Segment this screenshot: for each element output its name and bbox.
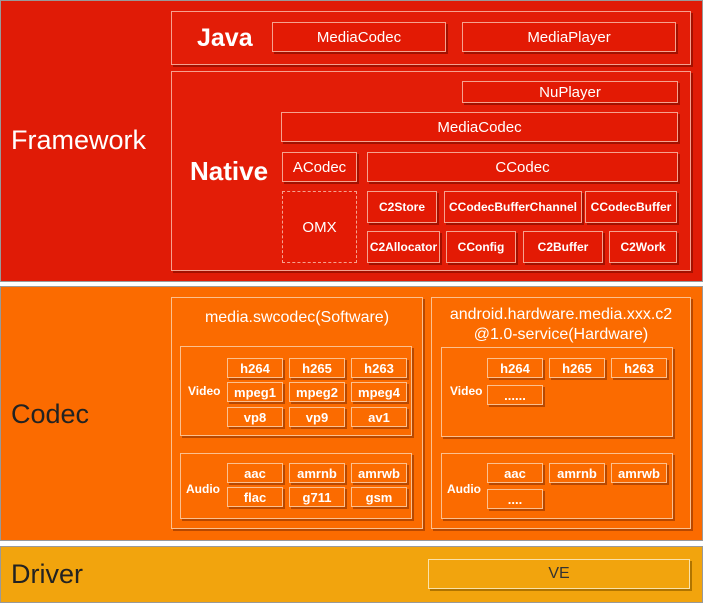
sw-codec-amrnb: amrnb: [289, 463, 345, 483]
sw-codec-mpeg4: mpeg4: [351, 382, 407, 402]
codec-label: Codec: [11, 399, 90, 429]
c2work-box: C2Work: [609, 231, 677, 263]
hardware-audio-label: Audio: [447, 482, 481, 496]
sw-codec-h264: h264: [227, 358, 283, 378]
hw-codec-h264: h264: [487, 358, 543, 378]
sw-codec-mpeg1: mpeg1: [227, 382, 283, 402]
nuplayer-box: NuPlayer: [462, 81, 678, 103]
driver-layer: Driver VE: [0, 546, 703, 603]
c2buffer-box: C2Buffer: [523, 231, 603, 263]
java-panel: Java MediaCodec MediaPlayer: [171, 11, 691, 65]
sw-codec-vp8: vp8: [227, 407, 283, 427]
hardware-title-line1: android.hardware.media.xxx.c2: [449, 306, 673, 323]
cconfig-box: CConfig: [446, 231, 516, 263]
sw-codec-h265: h265: [289, 358, 345, 378]
hardware-video-label: Video: [450, 384, 483, 398]
hardware-video-panel: Video h264 h265 h263 ......: [441, 347, 673, 437]
ccodecbufferchannel-box: CCodecBufferChannel: [444, 191, 582, 223]
ccodecbuffer-box: CCodecBuffer: [585, 191, 677, 223]
sw-codec-amrwb: amrwb: [351, 463, 407, 483]
hw-codec-more-video: ......: [487, 385, 543, 405]
hw-codec-aac: aac: [487, 463, 543, 483]
c2allocator-box: C2Allocator: [367, 231, 440, 263]
omx-box: OMX: [282, 191, 357, 263]
sw-codec-mpeg2: mpeg2: [289, 382, 345, 402]
hardware-title-line2: @1.0-service(Hardware): [473, 326, 649, 343]
sw-codec-vp9: vp9: [289, 407, 345, 427]
software-video-label: Video: [188, 384, 221, 398]
java-label: Java: [197, 24, 253, 52]
acodec-box: ACodec: [282, 152, 357, 182]
software-audio-label: Audio: [186, 482, 220, 496]
sw-codec-av1: av1: [351, 407, 407, 427]
native-mediacodec-box: MediaCodec: [281, 112, 678, 142]
sw-codec-h263: h263: [351, 358, 407, 378]
native-panel: Native NuPlayer MediaCodec ACodec CCodec…: [171, 71, 691, 271]
hw-codec-h263: h263: [611, 358, 667, 378]
sw-codec-g711: g711: [289, 487, 345, 507]
ccodec-box: CCodec: [367, 152, 678, 182]
hw-codec-amrnb: amrnb: [549, 463, 605, 483]
java-mediacodec-box: MediaCodec: [272, 22, 446, 52]
sw-codec-gsm: gsm: [351, 487, 407, 507]
framework-label: Framework: [11, 125, 147, 155]
hw-codec-h265: h265: [549, 358, 605, 378]
framework-layer: Framework Java MediaCodec MediaPlayer Na…: [0, 0, 703, 282]
sw-codec-flac: flac: [227, 487, 283, 507]
software-title: media.swcodec(Software): [204, 309, 390, 326]
driver-label: Driver: [11, 559, 83, 589]
c2store-box: C2Store: [367, 191, 437, 223]
ve-box: VE: [428, 559, 690, 589]
hardware-audio-panel: Audio aac amrnb amrwb ....: [441, 453, 673, 519]
codec-layer: Codec media.swcodec(Software) Video h264…: [0, 286, 703, 541]
hw-codec-amrwb: amrwb: [611, 463, 667, 483]
hardware-panel: android.hardware.media.xxx.c2 @1.0-servi…: [431, 297, 691, 529]
hw-codec-more-audio: ....: [487, 489, 543, 509]
software-panel: media.swcodec(Software) Video h264 h265 …: [171, 297, 423, 529]
sw-codec-aac: aac: [227, 463, 283, 483]
software-audio-panel: Audio aac amrnb amrwb flac g711 gsm: [180, 453, 412, 519]
native-label: Native: [190, 156, 269, 186]
java-mediaplayer-box: MediaPlayer: [462, 22, 676, 52]
software-video-panel: Video h264 h265 h263 mpeg1 mpeg2 mpeg4 v…: [180, 346, 412, 436]
